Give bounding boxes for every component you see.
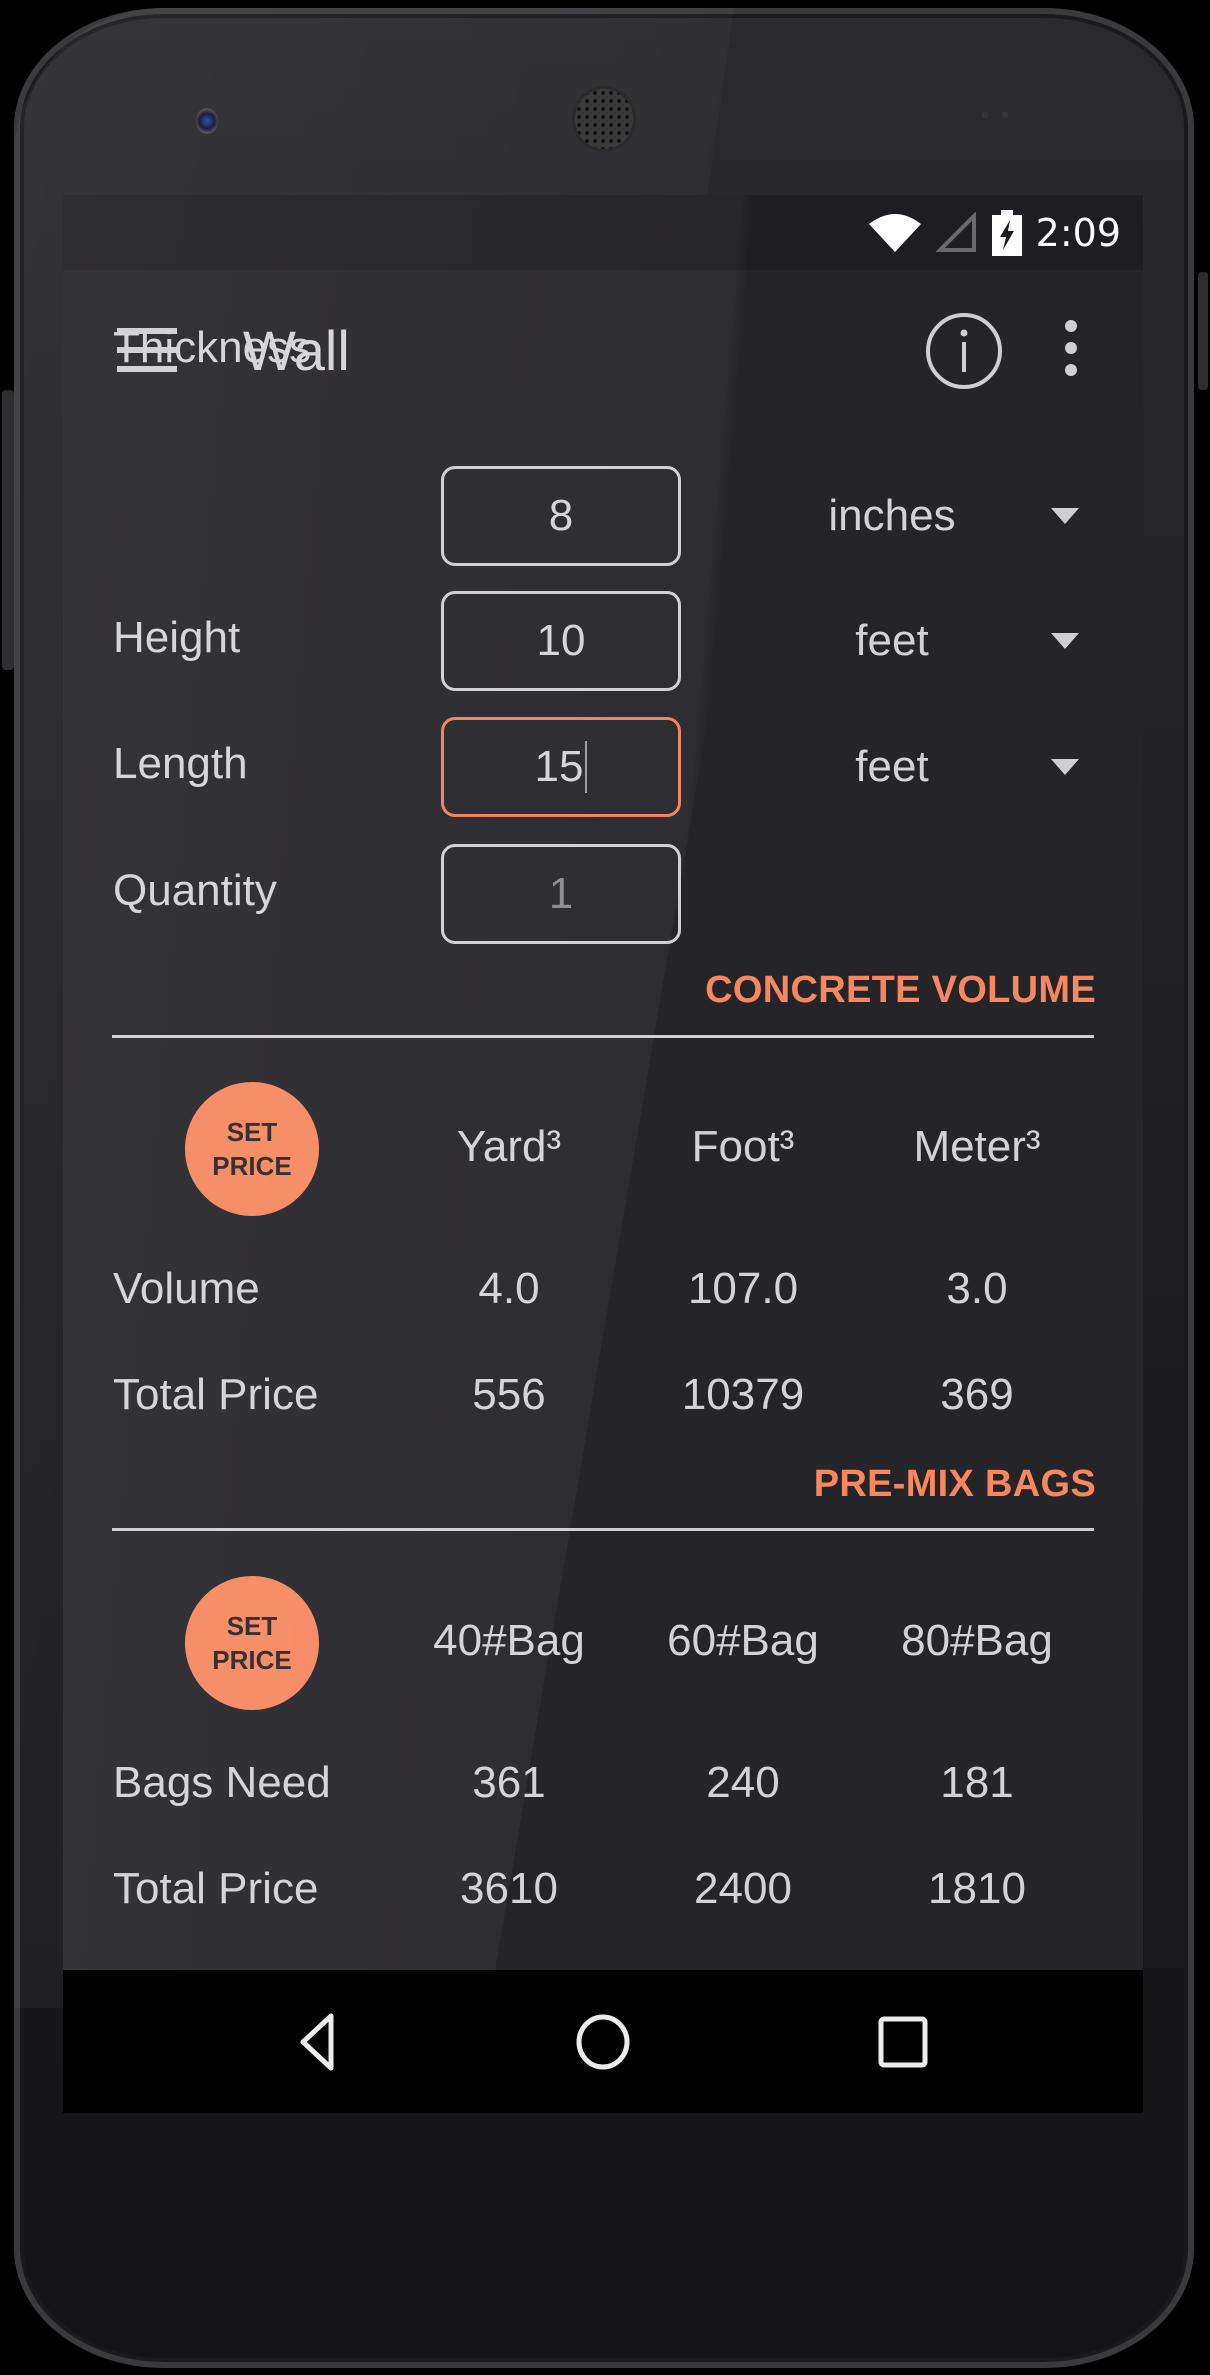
text-cursor [585, 741, 588, 793]
thickness-unit-select[interactable]: inches [763, 466, 1103, 566]
premix-bags-title: PRE-MIX BAGS [813, 1463, 1096, 1505]
quantity-label: Quantity [113, 866, 277, 915]
volume-meter-value: 3.0 [946, 1264, 1008, 1313]
length-unit-select[interactable]: feet [763, 717, 1103, 817]
column-header-80lb-bag: 80#Bag [901, 1616, 1053, 1665]
info-icon[interactable] [925, 312, 1003, 390]
status-time: 2:09 [1035, 211, 1121, 255]
column-header-meter: Meter³ [913, 1122, 1041, 1171]
quantity-input[interactable]: 1 [441, 844, 681, 944]
bags-need-label: Bags Need [113, 1758, 331, 1807]
wifi-icon [868, 214, 921, 252]
dropdown-arrow-icon [1051, 508, 1079, 524]
concrete-volume-title: CONCRETE VOLUME [705, 969, 1096, 1011]
bags-price-40lb-value: 3610 [460, 1864, 558, 1913]
column-header-60lb-bag: 60#Bag [667, 1616, 819, 1665]
bags-80lb-value: 181 [940, 1758, 1014, 1807]
divider [112, 1035, 1094, 1038]
price-meter-value: 369 [940, 1370, 1014, 1419]
earpiece-speaker [575, 89, 633, 149]
length-unit-value: feet [855, 742, 929, 791]
height-label: Height [113, 613, 241, 662]
cellular-signal-icon [935, 212, 976, 252]
height-input[interactable]: 10 [441, 591, 681, 691]
dropdown-arrow-icon [1051, 759, 1079, 775]
column-header-foot: Foot³ [691, 1122, 795, 1171]
set-price-concrete-button[interactable]: SET PRICE [185, 1082, 319, 1216]
screen: 2:09 Wall Thickness 8 inches Height 10 f… [63, 195, 1143, 2113]
price-yard-value: 556 [472, 1370, 546, 1419]
thickness-unit-value: inches [828, 491, 956, 540]
volume-label: Volume [113, 1264, 260, 1313]
battery-charging-icon [991, 210, 1022, 256]
recents-icon[interactable] [863, 2010, 943, 2074]
bags-60lb-value: 240 [706, 1758, 780, 1807]
price-foot-value: 10379 [681, 1370, 805, 1419]
status-bar: 2:09 [63, 195, 1143, 270]
set-price-bags-button[interactable]: SET PRICE [185, 1576, 319, 1710]
length-input[interactable]: 15 [441, 717, 681, 817]
volume-button [2, 390, 14, 670]
column-header-40lb-bag: 40#Bag [433, 1616, 585, 1665]
divider [112, 1528, 1094, 1531]
dropdown-arrow-icon [1051, 633, 1079, 649]
volume-yard-value: 4.0 [478, 1264, 540, 1313]
column-header-yard: Yard³ [456, 1122, 562, 1171]
length-label: Length [113, 739, 248, 788]
bags-price-80lb-value: 1810 [928, 1864, 1026, 1913]
volume-foot-value: 107.0 [687, 1264, 799, 1313]
proximity-sensor [975, 108, 1015, 122]
front-camera [196, 108, 218, 134]
thickness-input[interactable]: 8 [441, 466, 681, 566]
bags-price-60lb-value: 2400 [694, 1864, 792, 1913]
bags-40lb-value: 361 [472, 1758, 546, 1807]
height-unit-value: feet [855, 616, 929, 665]
home-icon[interactable] [563, 2010, 643, 2074]
status-icons: 2:09 [868, 209, 1121, 257]
navigation-bar [63, 1970, 1143, 2113]
power-button [1198, 272, 1208, 390]
height-unit-select[interactable]: feet [763, 591, 1103, 691]
total-price-label: Total Price [113, 1370, 319, 1419]
bags-total-price-label: Total Price [113, 1864, 319, 1913]
overflow-menu-icon[interactable] [1061, 320, 1081, 380]
thickness-label: Thickness [113, 323, 312, 372]
back-icon[interactable] [277, 2010, 357, 2074]
